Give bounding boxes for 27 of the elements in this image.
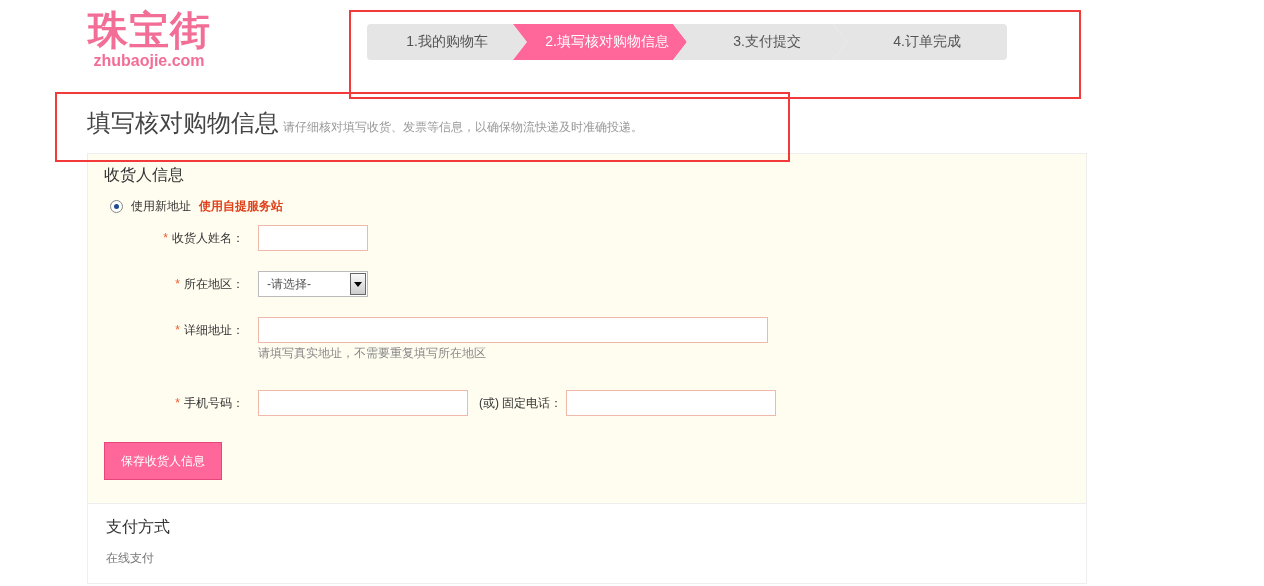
section-title: 收货人信息 — [104, 165, 185, 185]
input-field[interactable] — [258, 317, 768, 343]
progress-step: 4.订单完成 — [833, 24, 1007, 60]
field-label: (或) 固定电话： — [479, 395, 563, 412]
pickup-link[interactable]: 使用自提服务站 — [199, 198, 283, 215]
field-label: * 所在地区： — [174, 276, 244, 293]
logo-domain[interactable]: zhubaojie.com — [93, 52, 205, 70]
select-field[interactable]: -请选择- — [258, 271, 368, 297]
radio-label: 使用新地址 — [131, 198, 191, 215]
input-field[interactable] — [258, 225, 368, 251]
field-label: * 收货人姓名： — [162, 230, 244, 247]
input-field[interactable] — [566, 390, 777, 416]
field-hint: 请填写真实地址，不需要重复填写所在地区 — [258, 345, 487, 362]
save-button[interactable]: 保存收货人信息 — [104, 442, 222, 480]
caret-icon — [350, 273, 366, 295]
progress-step: 1.我的购物车 — [367, 24, 527, 60]
field-label: * 手机号码： — [174, 395, 244, 412]
page-title: 填写核对购物信息 — [87, 108, 279, 138]
input-field[interactable] — [258, 390, 468, 416]
progress-step: 2.填写核对购物信息 — [513, 24, 687, 60]
progress-step: 3.支付提交 — [673, 24, 847, 60]
section-title: 支付方式 — [106, 517, 171, 537]
page-subtitle: 请仔细核对填写收货、发票等信息，以确保物流快递及时准确投递。 — [283, 119, 643, 136]
field-label: * 详细地址： — [174, 322, 244, 339]
payment-method: 在线支付 — [106, 550, 155, 567]
logo-text[interactable]: 珠宝街 — [87, 8, 211, 52]
radio-button[interactable] — [110, 200, 123, 213]
